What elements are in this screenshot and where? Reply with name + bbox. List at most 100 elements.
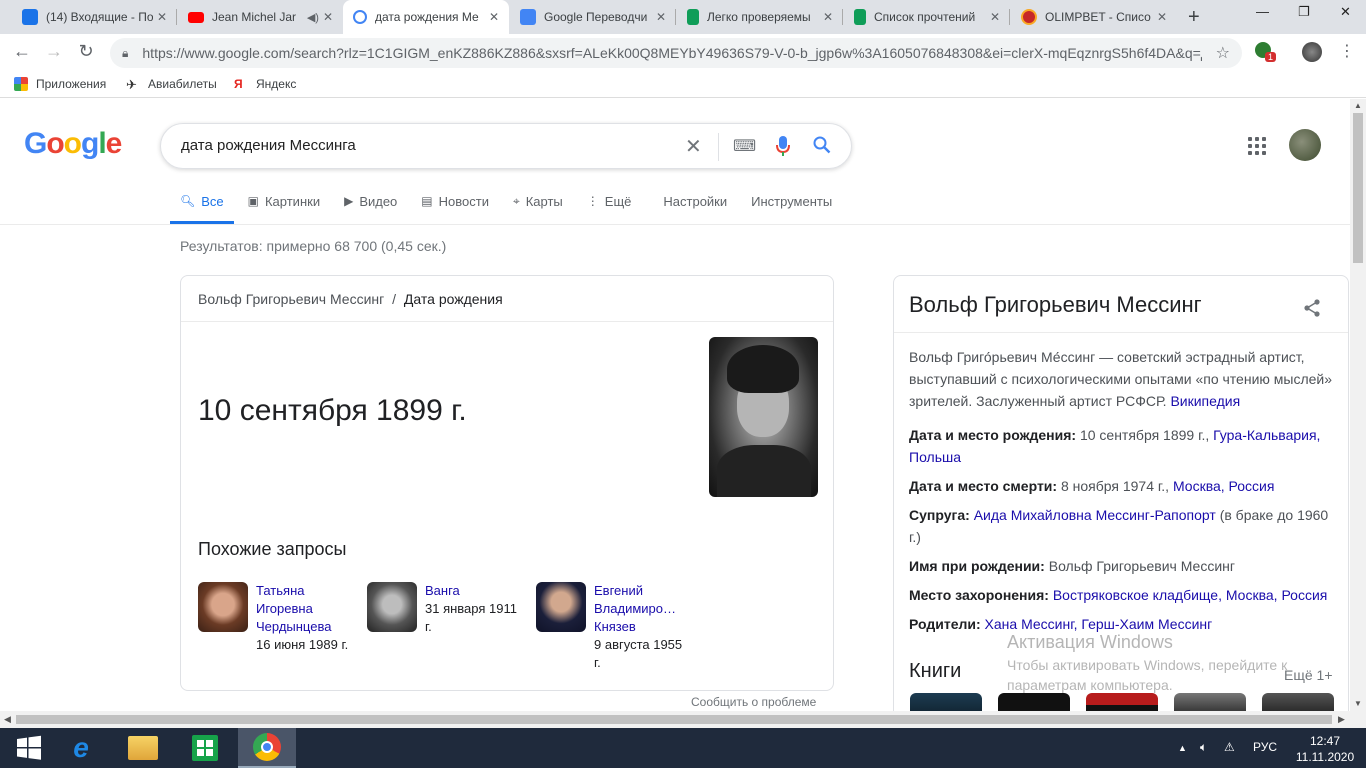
related-date: 16 июня 1989 г. <box>256 637 349 652</box>
new-tab-button[interactable]: + <box>1188 6 1200 29</box>
related-name[interactable]: Евгений Владимиро… Князев <box>594 582 686 636</box>
scroll-thumb[interactable] <box>16 715 1332 724</box>
google-apps-icon[interactable] <box>1248 137 1266 155</box>
browser-tab-youtube[interactable]: Jean Michel Jar ◀) ✕ <box>178 0 343 34</box>
answer-date: 10 сентября 1899 г. <box>198 394 467 427</box>
search-icon[interactable] <box>813 136 831 159</box>
reload-icon[interactable]: ↻ <box>74 41 98 62</box>
minimize-icon[interactable]: — <box>1256 4 1269 19</box>
search-input[interactable]: дата рождения Мессинга <box>181 137 356 154</box>
horizontal-scrollbar[interactable]: ◀ ▶ <box>0 711 1366 728</box>
tab-tools[interactable]: Инструменты <box>751 187 832 215</box>
browser-tab-inbox[interactable]: (14) Входящие - По ✕ <box>12 0 177 34</box>
burial-link[interactable]: Востряковское кладбище, <box>1053 587 1222 603</box>
restore-icon[interactable]: ❐ <box>1298 4 1310 20</box>
tab-maps[interactable]: ⌖ Карты <box>513 187 563 215</box>
tab-all[interactable]: 🔍︎ Все <box>180 187 224 215</box>
clear-icon[interactable]: ✕ <box>685 134 702 159</box>
forward-icon[interactable]: → <box>42 41 66 62</box>
tab-images[interactable]: ▣ Картинки <box>248 187 320 215</box>
bookmark-yandex[interactable]: Я Яндекс <box>234 77 296 91</box>
vertical-scrollbar[interactable]: ▲ ▼ <box>1350 99 1366 711</box>
internet-explorer-icon[interactable]: e <box>52 728 110 768</box>
volume-icon[interactable]: 🔈︎ <box>1200 740 1207 755</box>
menu-icon[interactable]: ⋮ <box>1335 41 1359 61</box>
windows-taskbar: e ▲ 🔈︎ ⚠ РУС 12:47 11.11.2020 <box>0 728 1366 768</box>
burial-country-link[interactable]: Россия <box>1281 587 1327 603</box>
book-cover[interactable] <box>1086 693 1158 711</box>
parent-link[interactable]: Герш-Хаим Мессинг <box>1081 616 1212 632</box>
search-box[interactable]: дата рождения Мессинга ✕ ⌨ <box>160 123 852 169</box>
bookmarks-bar: Приложения ✈ Авиабилеты Я Яндекс <box>0 72 1366 98</box>
url-text: https://www.google.com/search?rlz=1C1GIG… <box>142 45 1203 61</box>
close-icon[interactable]: ✕ <box>489 10 499 24</box>
microphone-icon[interactable] <box>776 136 790 161</box>
tab-news[interactable]: ▤ Новости <box>421 187 489 215</box>
wikipedia-link[interactable]: Википедия <box>1170 393 1240 409</box>
avatar[interactable] <box>1289 129 1321 161</box>
close-icon[interactable]: ✕ <box>1157 10 1167 24</box>
profile-avatar-icon[interactable] <box>1302 42 1322 62</box>
chrome-taskbar-icon[interactable] <box>238 728 296 768</box>
related-item[interactable]: Татьяна Игоревна Чердынцева 16 июня 1989… <box>198 582 356 654</box>
language-indicator[interactable]: РУС <box>1253 740 1277 754</box>
address-bar[interactable]: 🔒︎ https://www.google.com/search?rlz=1C1… <box>110 38 1242 68</box>
file-explorer-icon[interactable] <box>114 728 172 768</box>
related-date: 9 августа 1955 г. <box>594 637 683 670</box>
breadcrumb-entity[interactable]: Вольф Григорьевич Мессинг <box>198 291 384 307</box>
close-icon[interactable]: ✕ <box>823 10 833 24</box>
burial-city-link[interactable]: Москва, <box>1226 587 1278 603</box>
birth-country-link[interactable]: Польша <box>909 449 961 465</box>
report-problem-link[interactable]: Сообщить о проблеме <box>691 695 816 709</box>
book-cover[interactable] <box>910 693 982 711</box>
extension-shield-icon[interactable]: 1 <box>1255 42 1277 62</box>
death-city-link[interactable]: Москва, <box>1173 478 1225 494</box>
tab-more[interactable]: ⋮ Ещё <box>587 187 632 215</box>
google-logo[interactable]: Google <box>24 127 122 161</box>
related-item[interactable]: Ванга 31 января 1911 г. <box>367 582 525 636</box>
books-more-link[interactable]: Ещё 1+ <box>1284 667 1333 683</box>
bookmark-aviabilety[interactable]: ✈ Авиабилеты <box>126 77 217 92</box>
close-icon[interactable]: ✕ <box>157 10 167 24</box>
back-icon[interactable]: ← <box>10 41 34 62</box>
browser-tab-sheet-2[interactable]: Список прочтений ✕ <box>844 0 1010 34</box>
store-icon[interactable] <box>176 728 234 768</box>
keyboard-icon[interactable]: ⌨ <box>733 136 756 156</box>
death-country-link[interactable]: Россия <box>1229 478 1275 494</box>
book-cover[interactable] <box>998 693 1070 711</box>
spouse-link[interactable]: Аида Михайловна Мессинг-Рапопорт <box>974 507 1216 523</box>
close-icon[interactable]: ✕ <box>990 10 1000 24</box>
browser-tab-sheet-1[interactable]: Легко проверяемы ✕ <box>677 0 843 34</box>
tray-overflow-icon[interactable]: ▲ <box>1178 743 1187 753</box>
birth-place-link[interactable]: Гура-Кальвария, <box>1213 427 1320 443</box>
related-name[interactable]: Ванга <box>425 582 525 600</box>
browser-tab-search[interactable]: дата рождения Ме ✕ <box>343 0 509 34</box>
close-icon[interactable]: ✕ <box>323 10 333 24</box>
related-item[interactable]: Евгений Владимиро… Князев 9 августа 1955… <box>536 582 686 672</box>
scroll-thumb[interactable] <box>1353 113 1363 263</box>
start-button[interactable] <box>0 728 58 768</box>
tab-video[interactable]: ▶ Видео <box>344 187 397 215</box>
related-date: 31 января 1911 г. <box>425 601 517 634</box>
speaker-icon[interactable]: ◀) <box>307 11 319 24</box>
browser-tab-olimpbet[interactable]: OLIMPBET - Списо ✕ <box>1011 0 1177 34</box>
scroll-down-icon[interactable]: ▼ <box>1354 699 1362 708</box>
parent-link[interactable]: Хана Мессинг, <box>985 616 1078 632</box>
bookmark-apps[interactable]: Приложения <box>14 77 106 91</box>
close-window-icon[interactable]: ✕ <box>1340 4 1351 20</box>
network-icon[interactable]: ⚠ <box>1224 740 1235 754</box>
scroll-up-icon[interactable]: ▲ <box>1354 101 1362 110</box>
related-name[interactable]: Татьяна Игоревна Чердынцева <box>256 582 356 636</box>
book-cover[interactable] <box>1262 693 1334 711</box>
book-cover[interactable] <box>1174 693 1246 711</box>
scroll-right-icon[interactable]: ▶ <box>1338 714 1345 725</box>
clock[interactable]: 12:47 11.11.2020 <box>1290 733 1360 765</box>
tab-settings[interactable]: Настройки <box>663 187 727 215</box>
lock-icon: 🔒︎ <box>122 45 129 60</box>
portrait-image[interactable] <box>709 337 818 497</box>
browser-tab-translate[interactable]: Google Переводчи ✕ <box>510 0 676 34</box>
scroll-left-icon[interactable]: ◀ <box>4 714 11 725</box>
close-icon[interactable]: ✕ <box>656 10 666 24</box>
share-icon[interactable] <box>1302 298 1322 323</box>
bookmark-star-icon[interactable]: ☆ <box>1216 43 1230 63</box>
